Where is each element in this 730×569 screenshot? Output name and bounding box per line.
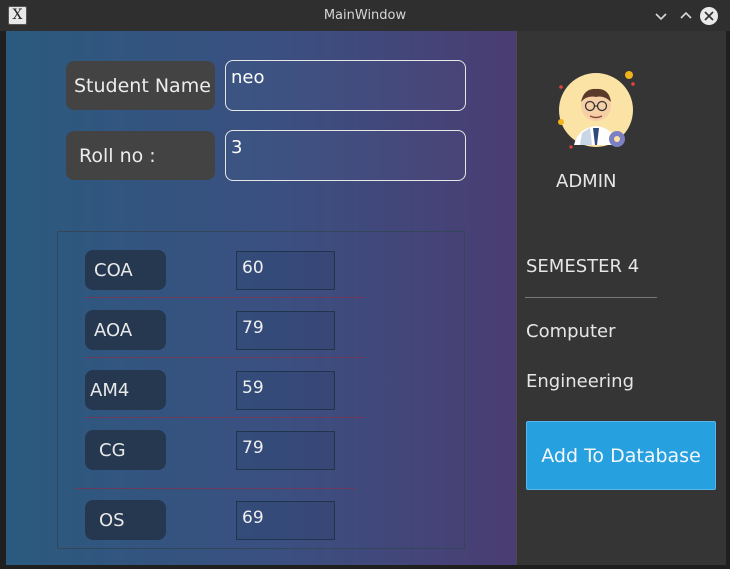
marks-input-cg[interactable]: 79 bbox=[236, 431, 335, 470]
window-title: MainWindow bbox=[323, 8, 407, 23]
row-divider bbox=[85, 297, 365, 298]
marks-input-coa[interactable]: 60 bbox=[236, 251, 335, 290]
row-divider bbox=[85, 417, 365, 418]
student-form-panel: Student Name neo Roll no : 3 COA 60 AOA … bbox=[6, 31, 516, 565]
close-icon[interactable] bbox=[700, 7, 718, 25]
sidebar-divider bbox=[525, 297, 657, 298]
marks-input-am4[interactable]: 59 bbox=[236, 371, 335, 410]
student-name-input[interactable]: neo bbox=[225, 60, 466, 111]
row-divider bbox=[85, 357, 365, 358]
add-to-database-button[interactable]: Add To Database bbox=[526, 421, 716, 490]
role-label: ADMIN bbox=[556, 171, 617, 192]
branch-label-line1: Computer bbox=[526, 321, 616, 342]
admin-sidebar: ADMIN SEMESTER 4 Computer Engineering Ad… bbox=[516, 31, 726, 565]
subject-label-coa: COA bbox=[85, 250, 166, 290]
marks-input-aoa[interactable]: 79 bbox=[236, 311, 335, 350]
marks-input-os[interactable]: 69 bbox=[236, 501, 335, 540]
roll-no-label: Roll no : bbox=[66, 131, 215, 180]
branch-label-line2: Engineering bbox=[526, 371, 634, 392]
subject-label-cg: CG bbox=[85, 430, 166, 470]
minimize-icon[interactable] bbox=[652, 7, 670, 25]
student-name-label: Student Name bbox=[66, 61, 215, 110]
title-bar: X MainWindow bbox=[0, 0, 730, 31]
admin-avatar-icon bbox=[558, 71, 635, 149]
subject-label-aoa: AOA bbox=[85, 310, 166, 350]
maximize-icon[interactable] bbox=[677, 7, 695, 25]
subject-label-am4: AM4 bbox=[85, 370, 166, 410]
row-divider bbox=[75, 488, 355, 489]
semester-label: SEMESTER 4 bbox=[526, 256, 640, 277]
subject-label-os: OS bbox=[85, 500, 166, 540]
roll-no-input[interactable]: 3 bbox=[225, 130, 466, 181]
